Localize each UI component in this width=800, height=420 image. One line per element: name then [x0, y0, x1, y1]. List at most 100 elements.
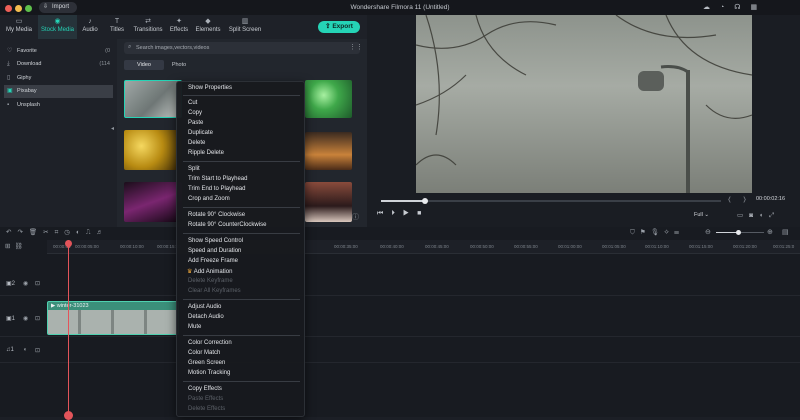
eye-icon[interactable]: ◉	[23, 315, 28, 322]
ai-icon[interactable]: ✧	[664, 229, 674, 236]
color-icon[interactable]: ◐	[76, 229, 86, 236]
menu-item-green-screen[interactable]: Green Screen	[188, 360, 225, 366]
media-thumbnail[interactable]	[124, 182, 182, 222]
maximize-window-button[interactable]	[25, 5, 32, 12]
marker-icon[interactable]: ⚑	[640, 229, 651, 236]
sidebar-item-pixabay[interactable]: ▣ Pixabay	[4, 85, 113, 98]
menu-item-rotate-cw[interactable]: Rotate 90° Clockwise	[188, 212, 245, 218]
volume-icon[interactable]: ◖	[759, 212, 769, 219]
search-input[interactable]: ⌕ Search images,vectors,videos	[124, 42, 360, 54]
eye-icon[interactable]: ◉	[23, 280, 28, 287]
menu-item-detach-audio[interactable]: Detach Audio	[188, 314, 224, 320]
menu-item-speed-duration[interactable]: Speed and Duration	[188, 248, 241, 254]
snapshot-icon[interactable]: ◙	[749, 212, 759, 219]
cut-icon[interactable]: ✂	[43, 229, 54, 236]
step-back-icon[interactable]: ⏮	[377, 210, 391, 217]
menu-item-show-properties[interactable]: Show Properties	[188, 85, 232, 91]
zoom-slider-handle[interactable]	[735, 230, 741, 235]
media-thumbnail[interactable]	[124, 80, 182, 118]
playhead-bottom-handle[interactable]	[64, 411, 73, 420]
zoom-in-icon[interactable]: ⊕	[767, 228, 773, 236]
grid-menu-icon[interactable]: ▦	[750, 4, 767, 11]
media-thumbnail[interactable]	[305, 132, 352, 170]
sidebar-item-unsplash[interactable]: ▪ Unsplash	[4, 99, 113, 112]
video-clip[interactable]: ▶ winter-31023	[47, 301, 179, 335]
menu-item-crop-zoom[interactable]: Crop and Zoom	[188, 196, 230, 202]
menu-item-copy[interactable]: Copy	[188, 110, 202, 116]
account-icon[interactable]: ◔	[720, 4, 734, 11]
zoom-slider[interactable]	[716, 230, 764, 235]
export-button[interactable]: ⇪ Export	[318, 21, 360, 33]
minimize-window-button[interactable]	[15, 5, 22, 12]
crop-icon[interactable]: ⌗	[55, 229, 65, 236]
volume-icon[interactable]: ◖	[23, 347, 27, 353]
tab-elements[interactable]: ◆ Elements	[192, 15, 224, 39]
timeline-view-icon[interactable]: ▤	[782, 228, 789, 236]
delete-icon[interactable]: 🗑	[29, 229, 43, 236]
tab-transitions[interactable]: ⇄ Transitions	[130, 15, 166, 39]
support-icon[interactable]: ☊	[734, 4, 750, 11]
menu-item-speed-control[interactable]: Show Speed Control	[188, 238, 243, 244]
grid-view-icon[interactable]: ⋮⋮	[349, 43, 363, 51]
cloud-icon[interactable]: ☁	[703, 4, 720, 11]
mixer-icon[interactable]: ☰	[674, 229, 684, 236]
tab-stock-media[interactable]: ◉ Stock Media	[38, 15, 77, 39]
menu-item-trim-start[interactable]: Trim Start to Playhead	[188, 176, 247, 182]
tab-split-screen[interactable]: ▥ Split Screen	[224, 15, 266, 39]
media-thumbnail[interactable]	[305, 182, 352, 222]
lock-icon[interactable]: ⊡	[35, 280, 40, 287]
menu-item-add-animation[interactable]: ♛ Add Animation	[187, 268, 232, 275]
playback-handle[interactable]	[422, 198, 429, 204]
tab-effects[interactable]: ✦ Effects	[166, 15, 192, 39]
menu-item-freeze-frame[interactable]: Add Freeze Frame	[188, 258, 238, 264]
fullscreen-icon[interactable]: ⤢	[769, 212, 780, 219]
undo-icon[interactable]: ↶	[6, 229, 17, 236]
tab-titles[interactable]: T Titles	[104, 15, 130, 39]
menu-item-ripple-delete[interactable]: Ripple Delete	[188, 150, 224, 156]
playback-progress-track[interactable]	[381, 198, 721, 204]
menu-item-delete[interactable]: Delete	[188, 140, 205, 146]
collapse-sidebar-icon[interactable]: ◂	[111, 125, 114, 132]
sidebar-item-download[interactable]: ⤓ Download (114	[4, 58, 113, 71]
play-icon[interactable]: ▶	[403, 210, 417, 217]
menu-item-rotate-ccw[interactable]: Rotate 90° CounterClockwise	[188, 222, 266, 228]
shield-icon[interactable]: ⛉	[630, 229, 640, 236]
next-marker-icon[interactable]: ❭	[742, 196, 747, 203]
sidebar-item-giphy[interactable]: ▯ Giphy	[4, 72, 113, 85]
menu-item-color-match[interactable]: Color Match	[188, 350, 220, 356]
close-window-button[interactable]	[5, 5, 12, 12]
split-icon[interactable]: ⎍	[86, 229, 97, 236]
menu-item-color-correction[interactable]: Color Correction	[188, 340, 232, 346]
link-icon[interactable]: ⛓	[14, 243, 26, 250]
stop-icon[interactable]: ■	[417, 210, 429, 217]
menu-item-paste[interactable]: Paste	[188, 120, 203, 126]
lock-icon[interactable]: ⊡	[35, 315, 40, 322]
menu-item-cut[interactable]: Cut	[188, 100, 197, 106]
import-button[interactable]: ⇩ Import	[39, 2, 77, 13]
menu-item-duplicate[interactable]: Duplicate	[188, 130, 213, 136]
menu-item-motion-tracking[interactable]: Motion Tracking	[188, 370, 230, 376]
zoom-out-icon[interactable]: ⊖	[705, 228, 711, 236]
mic-icon[interactable]: 🎙	[651, 229, 664, 236]
media-thumbnail[interactable]	[124, 130, 182, 170]
tab-photo[interactable]: Photo	[164, 60, 194, 70]
redo-icon[interactable]: ↷	[17, 229, 28, 236]
speed-icon[interactable]: ◷	[64, 229, 76, 236]
tab-video[interactable]: Video	[124, 60, 164, 70]
help-icon[interactable]: ⓘ	[352, 212, 359, 222]
sidebar-item-favorite[interactable]: ♡ Favorite (0	[4, 45, 113, 58]
menu-item-mute[interactable]: Mute	[188, 324, 201, 330]
prev-marker-icon[interactable]: ❬	[727, 196, 732, 203]
play-frame-icon[interactable]: ⏵	[391, 210, 403, 217]
audio-icon[interactable]: ♬	[96, 229, 109, 236]
tab-audio[interactable]: ♪ Audio	[76, 15, 104, 39]
menu-item-copy-effects[interactable]: Copy Effects	[188, 386, 222, 392]
lock-icon[interactable]: ⊡	[35, 347, 40, 354]
media-thumbnail[interactable]	[305, 80, 352, 118]
timeline-ruler[interactable]: 00:00:00 00:00:05:00 00:00:10:00 00:00:1…	[47, 240, 800, 254]
menu-item-trim-end[interactable]: Trim End to Playhead	[188, 186, 245, 192]
menu-item-split[interactable]: Split	[188, 166, 200, 172]
menu-item-adjust-audio[interactable]: Adjust Audio	[188, 304, 221, 310]
playhead[interactable]	[68, 240, 69, 417]
tab-my-media[interactable]: ▭ My Media	[2, 15, 36, 39]
